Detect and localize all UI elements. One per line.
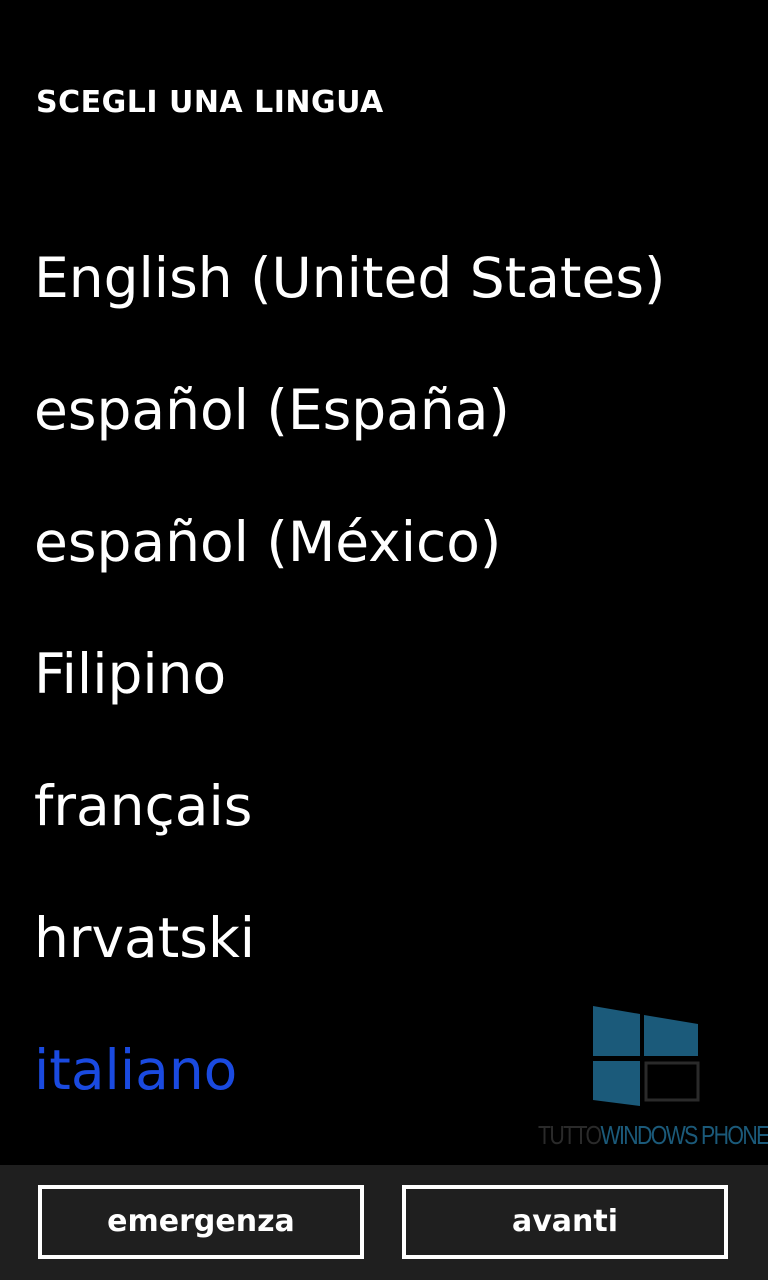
language-item-francais[interactable]: français: [0, 740, 768, 872]
page-title: SCEGLI UNA LINGUA: [36, 85, 384, 120]
app-bar: emergenza avanti: [0, 1165, 768, 1280]
language-item-espanol-espana[interactable]: español (España): [0, 344, 768, 476]
next-button[interactable]: avanti: [402, 1185, 728, 1259]
language-item-espanol-mexico[interactable]: español (México): [0, 476, 768, 608]
language-item-hrvatski[interactable]: hrvatski: [0, 872, 768, 1004]
watermark-text-part1: TUTTO: [538, 1120, 602, 1150]
watermark-text: TUTTOWINDOWS PHONE: [538, 1120, 768, 1150]
watermark: TUTTOWINDOWS PHONE: [536, 1006, 768, 1156]
watermark-text-part2: WINDOWS PHONE: [600, 1120, 768, 1150]
windows-logo-icon: [593, 1006, 700, 1106]
language-item-english-us[interactable]: English (United States): [0, 212, 768, 344]
language-item-filipino[interactable]: Filipino: [0, 608, 768, 740]
language-list: English (United States) español (España)…: [0, 212, 768, 1136]
emergency-button[interactable]: emergenza: [38, 1185, 364, 1259]
